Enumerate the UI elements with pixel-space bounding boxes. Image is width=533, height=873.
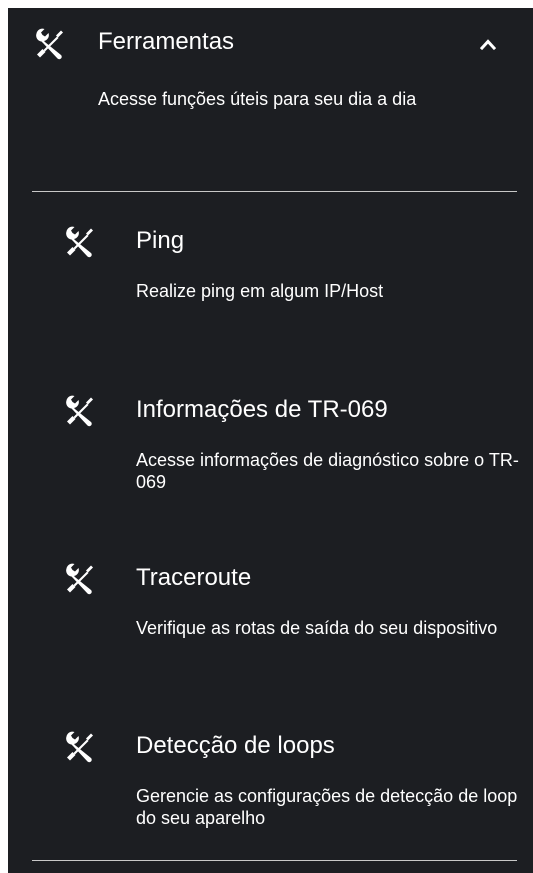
tool-description: Gerencie as configurações de detecção de…: [136, 786, 518, 828]
tool-item-ping[interactable]: Ping Realize ping em algum IP/Host: [8, 224, 533, 374]
tool-description: Realize ping em algum IP/Host: [136, 281, 384, 301]
chevron-up-icon[interactable]: [480, 38, 496, 50]
tools-icon: [33, 26, 67, 60]
tools-icon: [63, 561, 97, 595]
tools-section-header[interactable]: Ferramentas Acesse funções úteis para se…: [8, 8, 533, 158]
divider: [32, 860, 517, 861]
tool-title: Informações de TR-069: [136, 396, 388, 423]
tool-item-loop-detection[interactable]: Detecção de loops Gerencie as configuraç…: [8, 729, 533, 873]
divider: [32, 191, 517, 192]
tool-description: Verifique as rotas de saída do seu dispo…: [136, 618, 498, 638]
tools-icon: [63, 729, 97, 763]
tools-icon: [63, 393, 97, 427]
tool-item-tr069-info[interactable]: Informações de TR-069 Acesse informações…: [8, 393, 533, 543]
tool-title: Ping: [136, 227, 185, 254]
tool-item-traceroute[interactable]: Traceroute Verifique as rotas de saída d…: [8, 561, 533, 711]
tools-panel: Ferramentas Acesse funções úteis para se…: [8, 8, 533, 873]
tool-title: Traceroute: [136, 564, 252, 591]
section-description: Acesse funções úteis para seu dia a dia: [98, 89, 417, 109]
tool-title: Detecção de loops: [136, 732, 335, 759]
tools-icon: [63, 224, 97, 258]
tool-description: Acesse informações de diagnóstico sobre …: [136, 450, 519, 492]
section-title: Ferramentas: [98, 28, 235, 55]
